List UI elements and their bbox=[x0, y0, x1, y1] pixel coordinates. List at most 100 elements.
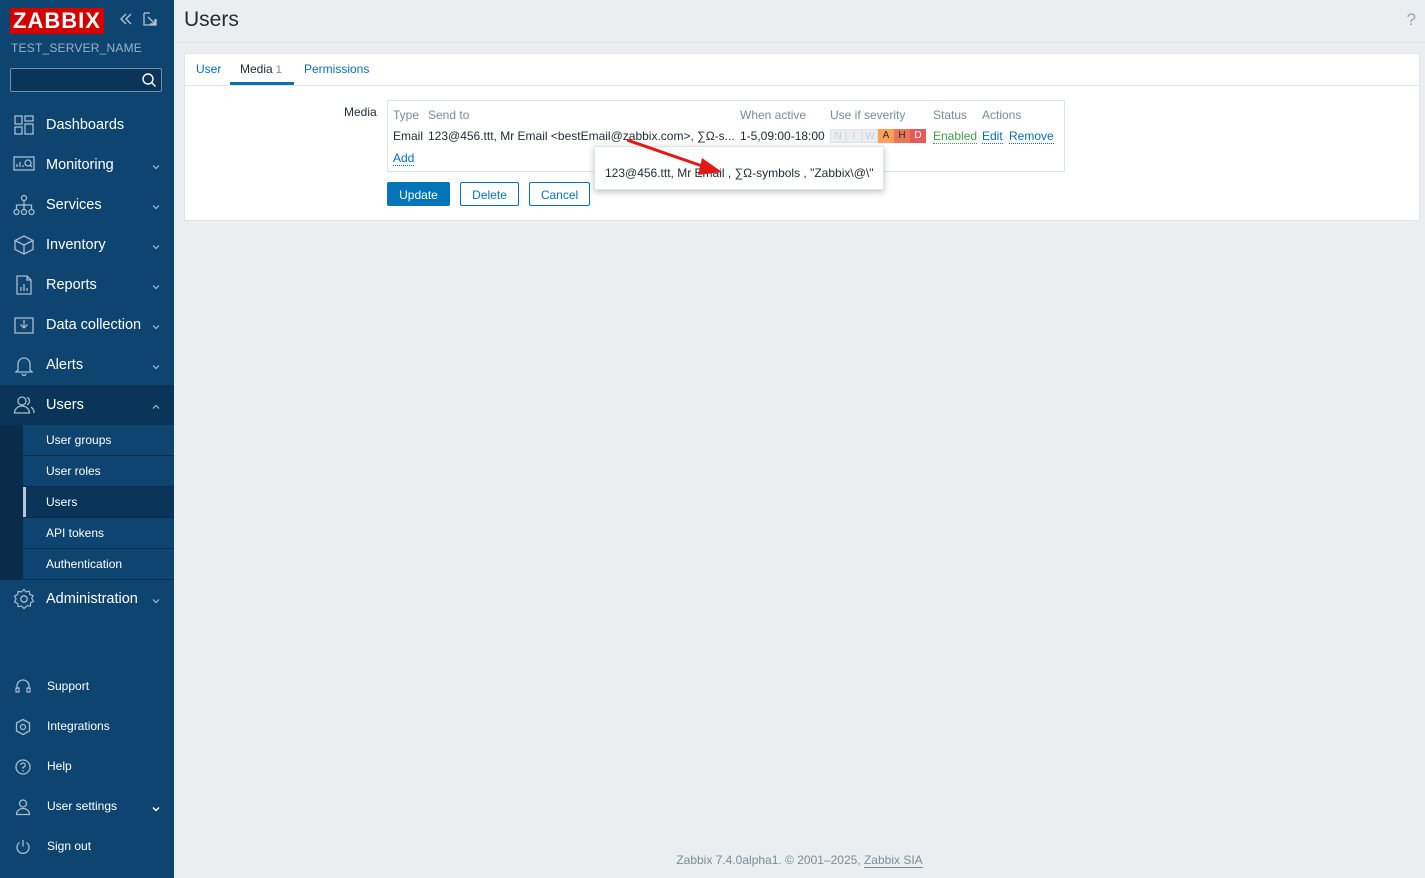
services-icon bbox=[13, 194, 35, 216]
submenu-item-api-tokens[interactable]: API tokens bbox=[23, 518, 174, 549]
help-question-icon[interactable]: ? bbox=[1407, 10, 1416, 30]
tab-permissions[interactable]: Permissions bbox=[304, 54, 369, 85]
chevron-down-icon bbox=[152, 240, 160, 250]
data-collection-icon bbox=[13, 314, 35, 336]
nav-administration[interactable]: Administration bbox=[0, 579, 174, 619]
headset-icon bbox=[14, 678, 32, 696]
help-icon bbox=[14, 758, 32, 776]
search-field bbox=[10, 68, 162, 93]
media-type: Email bbox=[393, 129, 424, 143]
users-icon bbox=[13, 394, 35, 416]
nav-integrations-label: Integrations bbox=[47, 719, 110, 733]
nav-inventory[interactable]: Inventory bbox=[0, 225, 174, 265]
tab-media[interactable]: Media 1 bbox=[230, 54, 294, 85]
footer: Zabbix 7.4.0alpha1. © 2001–2025, Zabbix … bbox=[174, 853, 1425, 868]
delete-button[interactable]: Delete bbox=[460, 182, 519, 206]
nav-data-collection-label: Data collection bbox=[46, 317, 142, 333]
reports-icon bbox=[13, 274, 35, 296]
nav-support[interactable]: Support bbox=[0, 666, 174, 706]
dashboards-icon bbox=[13, 114, 35, 136]
col-header-actions: Actions bbox=[982, 108, 1022, 122]
nav-sign-out[interactable]: Sign out bbox=[0, 826, 174, 866]
collapse-sidebar-icon[interactable] bbox=[118, 11, 134, 32]
sidebar: ZABBIX TEST_SERVER_NAME Dashboards Monit… bbox=[0, 0, 174, 878]
nav-user-settings-label: User settings bbox=[47, 799, 118, 813]
severity-average: A bbox=[878, 129, 894, 143]
send-to-tooltip: 123@456.ttt, Mr Email , ∑Ω-symbols , "Za… bbox=[594, 146, 884, 190]
nav-help-label: Help bbox=[47, 759, 72, 773]
chevron-down-icon bbox=[152, 320, 160, 330]
col-header-send-to: Send to bbox=[428, 108, 470, 122]
media-when-active: 1-5,09:00-18:00 bbox=[740, 129, 825, 143]
chevron-down-icon bbox=[152, 360, 160, 370]
chevron-down-icon bbox=[152, 594, 160, 604]
zabbix-logo[interactable]: ZABBIX bbox=[10, 8, 104, 34]
nav-user-settings[interactable]: User settings bbox=[0, 786, 174, 826]
integrations-icon bbox=[14, 718, 32, 736]
submenu-item-user-groups[interactable]: User groups bbox=[23, 425, 174, 456]
submenu-item-user-roles[interactable]: User roles bbox=[23, 456, 174, 487]
chevron-down-icon bbox=[152, 160, 160, 170]
tab-media-label: Media bbox=[240, 62, 273, 76]
submenu-item-authentication[interactable]: Authentication bbox=[23, 549, 174, 580]
chevron-down-icon bbox=[152, 280, 160, 290]
submenu-item-users[interactable]: Users bbox=[23, 487, 174, 518]
tab-bar: User Media 1 Permissions bbox=[185, 54, 1419, 86]
media-field-label: Media bbox=[344, 105, 377, 119]
tooltip-text: 123@456.ttt, Mr Email , ∑Ω-symbols , "Za… bbox=[605, 166, 874, 180]
col-header-use-if-severity: Use if severity bbox=[830, 108, 906, 122]
nav-dashboards-label: Dashboards bbox=[46, 117, 125, 133]
user-icon bbox=[14, 798, 32, 816]
nav-services[interactable]: Services bbox=[0, 185, 174, 225]
search-input[interactable] bbox=[11, 69, 143, 93]
gear-icon bbox=[13, 588, 35, 610]
server-name: TEST_SERVER_NAME bbox=[11, 41, 143, 55]
media-edit-link[interactable]: Edit bbox=[982, 129, 1003, 144]
users-submenu: User groups User roles Users API tokens … bbox=[0, 425, 174, 580]
nav-services-label: Services bbox=[46, 197, 102, 213]
nav-monitoring[interactable]: Monitoring bbox=[0, 145, 174, 185]
media-status-enabled[interactable]: Enabled bbox=[933, 129, 978, 144]
search-icon[interactable] bbox=[141, 72, 157, 91]
severity-high: H bbox=[894, 129, 910, 143]
kiosk-mode-icon[interactable] bbox=[142, 11, 158, 32]
chevron-down-icon bbox=[152, 200, 160, 210]
nav-data-collection[interactable]: Data collection bbox=[0, 305, 174, 345]
nav-alerts[interactable]: Alerts bbox=[0, 345, 174, 385]
cancel-button[interactable]: Cancel bbox=[529, 182, 590, 206]
severity-disaster: D bbox=[910, 129, 926, 143]
media-add-link[interactable]: Add bbox=[393, 151, 415, 166]
nav-dashboards[interactable]: Dashboards bbox=[0, 105, 174, 145]
power-icon bbox=[14, 838, 32, 856]
nav-support-label: Support bbox=[47, 679, 90, 693]
nav-users-label: Users bbox=[46, 397, 84, 413]
tab-media-count: 1 bbox=[275, 64, 282, 76]
media-send-to: 123@456.ttt, Mr Email <bestEmail@zabbix.… bbox=[428, 129, 735, 143]
user-form-panel: User Media 1 Permissions Media Type Send … bbox=[184, 53, 1420, 221]
inventory-icon bbox=[13, 234, 35, 256]
chevron-down-icon bbox=[152, 802, 160, 816]
severity-warning: W bbox=[862, 129, 878, 143]
nav-monitoring-label: Monitoring bbox=[46, 157, 114, 173]
footer-text: Zabbix 7.4.0alpha1. © 2001–2025, bbox=[676, 853, 864, 867]
monitoring-icon bbox=[13, 154, 35, 176]
update-button[interactable]: Update bbox=[387, 182, 450, 206]
col-header-type: Type bbox=[393, 108, 420, 122]
footer-company-link[interactable]: Zabbix SIA bbox=[863, 853, 923, 868]
nav-alerts-label: Alerts bbox=[46, 357, 84, 373]
header-divider bbox=[174, 42, 1425, 43]
media-remove-link[interactable]: Remove bbox=[1009, 129, 1054, 144]
tab-user[interactable]: User bbox=[196, 54, 221, 85]
nav-administration-label: Administration bbox=[46, 591, 138, 607]
col-header-status: Status bbox=[933, 108, 968, 122]
nav-users[interactable]: Users bbox=[0, 385, 174, 425]
nav-integrations[interactable]: Integrations bbox=[0, 706, 174, 746]
chevron-up-icon bbox=[152, 400, 160, 409]
nav-inventory-label: Inventory bbox=[46, 237, 106, 253]
nav-sign-out-label: Sign out bbox=[47, 839, 92, 853]
nav-reports-label: Reports bbox=[46, 277, 97, 293]
bell-icon bbox=[13, 354, 35, 377]
page-title: Users bbox=[184, 8, 239, 31]
nav-reports[interactable]: Reports bbox=[0, 265, 174, 305]
nav-help[interactable]: Help bbox=[0, 746, 174, 786]
